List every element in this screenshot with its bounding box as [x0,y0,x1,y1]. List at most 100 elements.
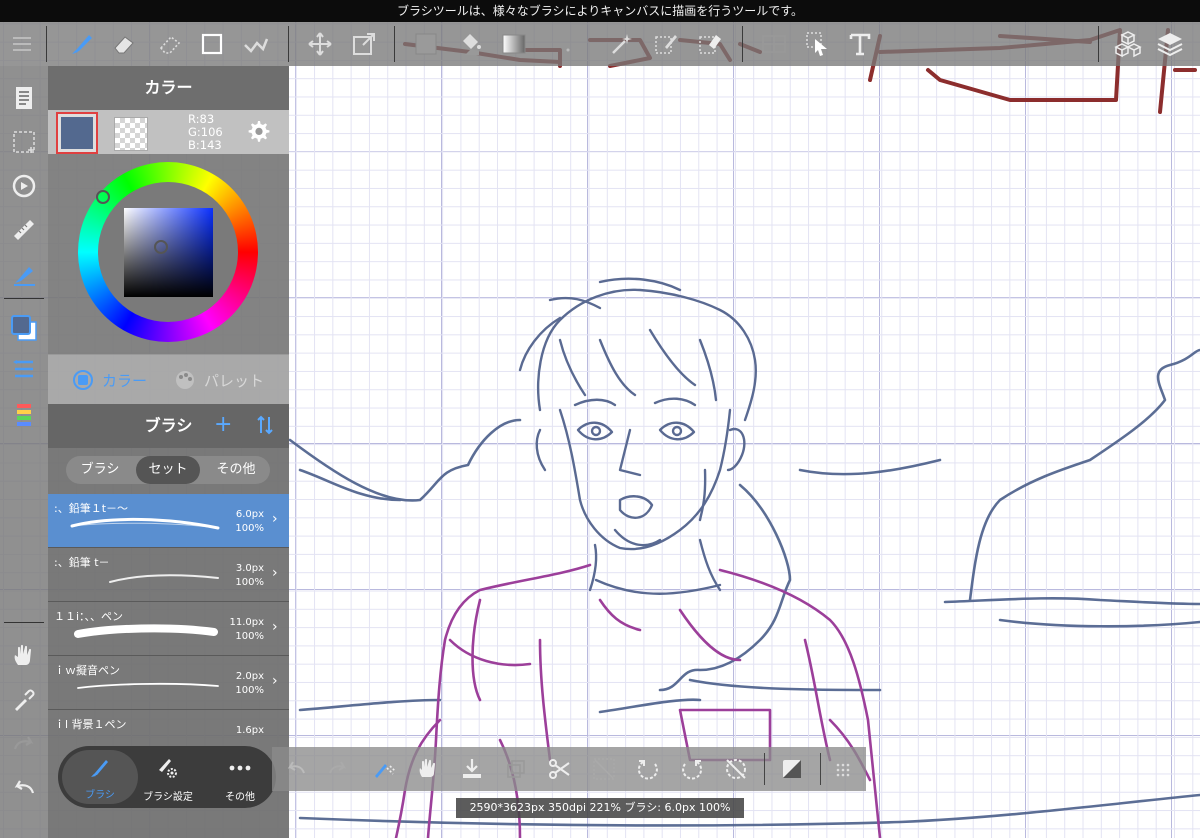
brush-item[interactable]: １１i：、、ペン 11.0px 100% › [48,602,289,656]
brush-size: 3.0px 100% [235,563,264,588]
eraser-icon[interactable] [108,28,140,60]
quick-toolbar [272,747,866,791]
stabilizer-icon[interactable] [368,753,400,785]
material-icon[interactable] [1112,28,1144,60]
tool-hint-bar: ブラシツールは、様々なブラシによりキャンバスに描画を行うツールです。 [0,0,1200,22]
left-sidebar [0,66,48,838]
saturation-value-square[interactable] [124,208,213,297]
fill-rect-icon[interactable] [410,28,442,60]
brush-size: 11.0px 100% [229,617,264,642]
tab-other-label: その他 [225,792,255,803]
pages-icon[interactable] [6,80,42,116]
brush-name: ｉl 背景１ペン [54,718,127,731]
snap-icon[interactable] [240,28,272,60]
hand-icon[interactable] [6,638,42,674]
tab-brush-settings[interactable]: ブラシ設定 [132,746,204,808]
rgb-readout: R:83 G:106 B:143 [188,113,223,152]
segment-other[interactable]: その他 [204,456,268,484]
tab-color[interactable]: カラー [72,369,147,391]
brush-item[interactable]: ｉl 背景１ペン 1.6px [48,710,289,750]
more-icon [229,765,251,771]
segment-brush[interactable]: ブラシ [68,456,132,484]
clear-selection-icon[interactable] [588,753,620,785]
brush-size: 2.0px 100% [235,671,264,696]
bucket-icon[interactable] [454,28,486,60]
brush-icon [91,760,108,777]
brush-item[interactable]: :、鉛筆１t－～ 6.0px 100% › [48,494,289,548]
brush-settings-icon [159,759,177,778]
color-swatch-icon[interactable] [6,310,42,346]
select-pen-icon[interactable] [650,28,682,60]
tab-palette[interactable]: パレット [174,369,264,391]
scissors-icon[interactable] [544,753,576,785]
color-wheel-area [48,154,289,350]
brush-size: 1.6px [235,725,264,736]
hue-marker[interactable] [96,190,110,204]
redo-icon[interactable] [6,726,42,762]
reset-rotation-icon[interactable] [720,753,752,785]
color-panel: カラー R:83 G:106 B:143 カラー パレット [48,66,289,404]
menu-icon[interactable] [6,28,38,60]
redo-icon[interactable] [322,753,354,785]
brush-panel-header: ブラシ + [48,404,289,448]
gear-icon[interactable] [244,118,272,150]
import-icon[interactable] [456,753,488,785]
dot-icon[interactable] [552,28,584,60]
palette-bars-icon[interactable] [6,398,42,434]
brush-item[interactable]: ｉｗ擬音ペン 2.0px 100% › [48,656,289,710]
rotate-right-icon[interactable] [676,753,708,785]
color-tabs: カラー パレット [48,354,289,404]
chevron-right-icon[interactable]: › [272,673,278,689]
flip-icon[interactable] [776,753,808,785]
tab-brush[interactable]: ブラシ [62,750,138,804]
rotate-left-icon[interactable] [632,753,664,785]
chevron-right-icon[interactable]: › [272,511,278,527]
pen-tool-icon[interactable] [6,256,42,292]
hand-icon[interactable] [412,753,444,785]
sort-icon[interactable] [256,414,274,440]
ruler-icon[interactable] [6,212,42,248]
color-panel-title: カラー [48,66,289,110]
rgb-b: B:143 [188,138,222,152]
chevron-right-icon[interactable]: › [272,565,278,581]
undo-icon[interactable] [6,770,42,806]
undo-icon[interactable] [280,753,312,785]
brush-bottom-tabs: ブラシ ブラシ設定 その他 [58,746,276,808]
brush-panel: ブラシ + ブラシ セット その他 :、鉛筆１t－～ 6.0px 100% › :… [48,404,289,838]
tab-other[interactable]: その他 [204,746,276,808]
layers-icon[interactable] [1154,28,1186,60]
blur-icon[interactable] [154,28,186,60]
gradient-icon[interactable] [498,28,530,60]
rect-icon[interactable] [196,28,228,60]
segment-set[interactable]: セット [136,456,200,484]
brush-icon[interactable] [66,28,98,60]
rotate-canvas-icon[interactable] [6,168,42,204]
copy-icon[interactable] [500,753,532,785]
magic-wand-icon[interactable] [606,28,638,60]
main-toolbar [0,22,1200,66]
grip-icon[interactable] [828,753,860,785]
color-swatch-row: R:83 G:106 B:143 [48,110,289,154]
chevron-right-icon[interactable]: › [272,619,278,635]
brush-item[interactable]: :、鉛筆 t－ 3.0px 100% › [48,548,289,602]
eyedropper-icon[interactable] [6,682,42,718]
tab-color-label: カラー [102,371,148,390]
background-color-swatch[interactable] [114,117,148,151]
selection-icon[interactable] [6,124,42,160]
frame-icon[interactable] [758,28,790,60]
tab-brush-settings-label: ブラシ設定 [143,792,193,803]
brush-list-icon[interactable] [6,352,42,388]
brush-panel-title: ブラシ [144,416,193,435]
canvas-info-status: 2590*3623px 350dpi 221% ブラシ: 6.0px 100% [456,798,744,818]
move-icon[interactable] [304,28,336,60]
tab-palette-label: パレット [204,371,265,390]
foreground-color-swatch[interactable] [56,112,98,154]
transform-icon[interactable] [348,28,380,60]
brush-segment-control: ブラシ セット その他 [66,456,270,484]
select-arrow-icon[interactable] [802,28,834,60]
brush-size: 6.0px 100% [235,509,264,534]
sv-marker[interactable] [154,240,168,254]
add-brush-button[interactable]: + [214,412,232,437]
select-eraser-icon[interactable] [694,28,726,60]
text-icon[interactable] [844,28,876,60]
